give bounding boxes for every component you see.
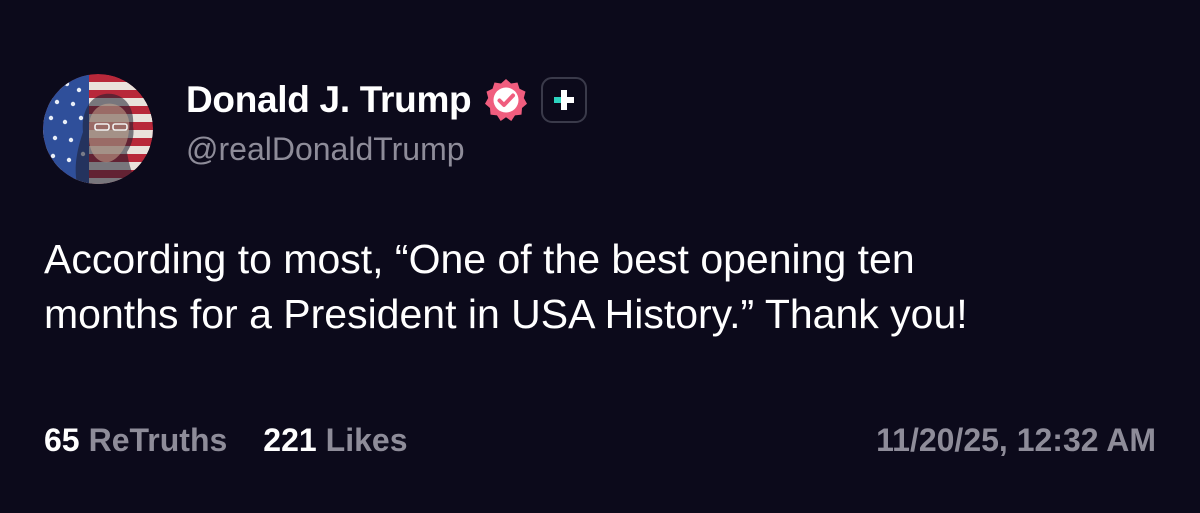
post-body: According to most, “One of the best open… (44, 232, 1164, 342)
likes-count: 221 (263, 421, 317, 458)
post-timestamp[interactable]: 11/20/25, 12:32 AM (876, 422, 1156, 459)
avatar-image (43, 74, 153, 184)
author-handle[interactable]: @realDonaldTrump (186, 131, 465, 168)
author-avatar[interactable] (43, 74, 153, 184)
post-text-line: According to most, “One of the best open… (44, 236, 915, 282)
retruths-count: 65 (44, 421, 80, 458)
verified-check-icon (483, 77, 529, 123)
author-name-row: Donald J. Trump (186, 74, 588, 126)
likes-stat[interactable]: 221 Likes (263, 422, 407, 459)
post-text-line: months for a President in USA History.” … (44, 291, 968, 337)
likes-label: Likes (325, 421, 408, 458)
retruths-stat[interactable]: 65 ReTruths (44, 422, 227, 459)
retruths-label: ReTruths (88, 421, 228, 458)
truth-post-card: Donald J. Trump @realDonaldTrump Accordi… (0, 0, 1200, 513)
author-display-name[interactable]: Donald J. Trump (186, 79, 472, 121)
truth-plus-icon (541, 77, 588, 123)
post-stats-bar: 65 ReTruths 221 Likes 11/20/25, 12:32 AM (44, 420, 1156, 460)
